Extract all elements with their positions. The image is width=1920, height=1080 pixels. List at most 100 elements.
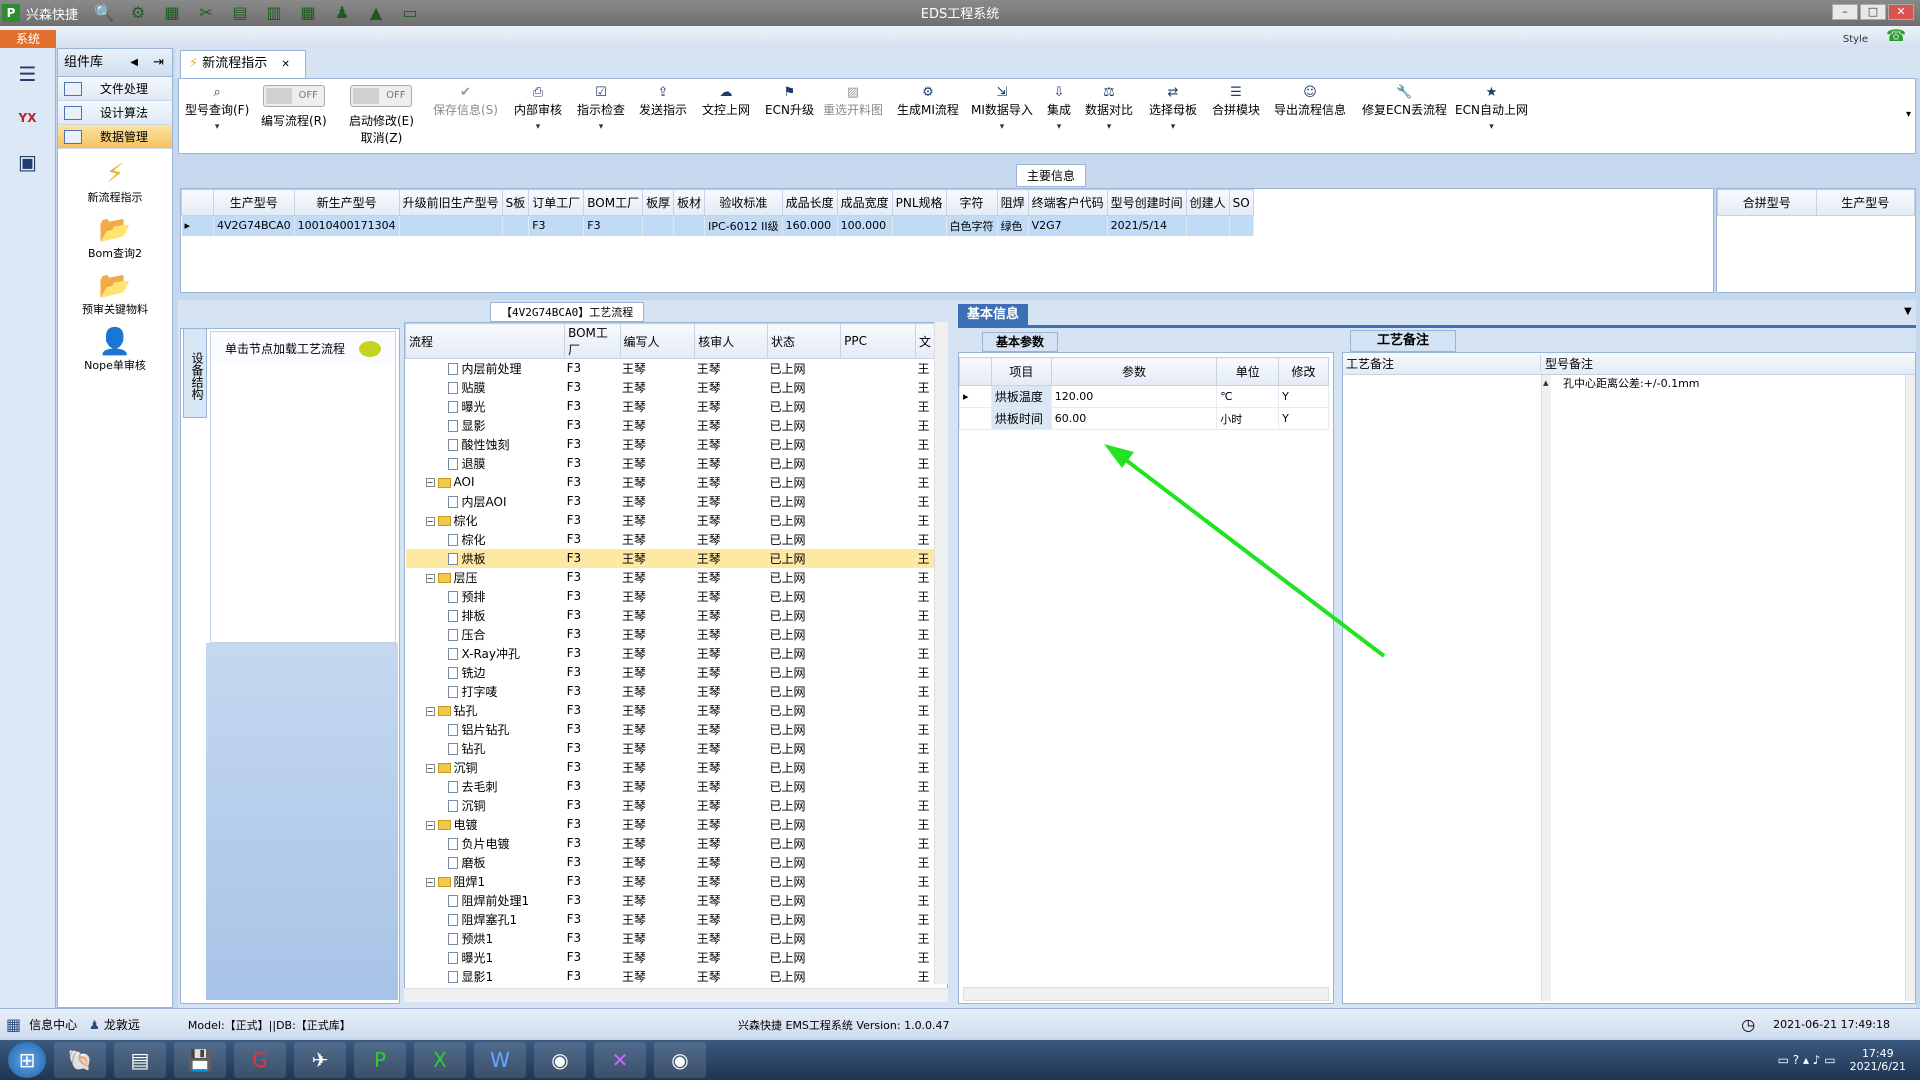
tree-node[interactable]: 显影1 xyxy=(406,967,565,986)
tree-node[interactable]: 压合 xyxy=(406,625,565,644)
table-cell[interactable] xyxy=(642,215,675,236)
table-cell[interactable] xyxy=(399,215,503,236)
tree-row[interactable]: 内层前处理 F3 王琴 王琴 已上网 王 xyxy=(406,359,935,378)
tree-row[interactable]: 沉铜 F3 王琴 王琴 已上网 王 xyxy=(406,796,935,815)
param-modify[interactable]: Y xyxy=(1278,407,1329,430)
tree-node[interactable]: X-Ray冲孔 xyxy=(406,644,565,663)
collapse-panel-icon[interactable]: ▼ xyxy=(1904,306,1912,317)
table-row[interactable]: 烘板时间 60.00 小时 Y xyxy=(959,407,1329,430)
dropdown-arrow-icon[interactable]: ▾ xyxy=(1455,122,1528,132)
minimize-button[interactable]: – xyxy=(1832,4,1858,20)
merge-module-button[interactable]: ☰ 合拼模块 xyxy=(1212,85,1260,118)
tree-row[interactable]: 去毛刺 F3 王琴 王琴 已上网 王 xyxy=(406,777,935,796)
tree-node[interactable]: 阻焊前处理1 xyxy=(406,891,565,910)
structure-tab[interactable]: 设备结构 xyxy=(183,328,207,418)
collapse-node-icon[interactable]: − xyxy=(425,763,435,773)
tree-row[interactable]: − 棕化 F3 王琴 王琴 已上网 王 xyxy=(406,511,935,530)
internal-review-button[interactable]: ⎙ 内部审核 ▾ xyxy=(514,85,562,132)
shell-app-icon[interactable]: 🐚 xyxy=(54,1042,106,1078)
tree-row[interactable]: − 阻焊1 F3 王琴 王琴 已上网 王 xyxy=(406,872,935,891)
tree-node[interactable]: 退膜 xyxy=(406,454,565,473)
send-instruction-button[interactable]: ⇪ 发送指示 xyxy=(639,85,687,118)
tree-row[interactable]: − 层压 F3 王琴 王琴 已上网 王 xyxy=(406,568,935,587)
x-app-icon[interactable]: ✕ xyxy=(594,1042,646,1078)
tree-node[interactable]: 贴膜 xyxy=(406,378,565,397)
g-app-icon[interactable]: G xyxy=(234,1042,286,1078)
write-flow-toggle[interactable]: OFF 编写流程(R) xyxy=(261,85,327,129)
toolbar-more-icon[interactable]: ▾ xyxy=(1906,109,1911,120)
table-cell[interactable] xyxy=(673,215,706,236)
column-header[interactable]: 终端客户代码 xyxy=(1027,189,1108,216)
param-modify[interactable]: Y xyxy=(1278,385,1329,408)
column-header[interactable]: SO xyxy=(1228,189,1254,216)
tree-row[interactable]: 显影1 F3 王琴 王琴 已上网 王 xyxy=(406,967,935,986)
integrate-button[interactable]: ⇩ 集成 ▾ xyxy=(1047,85,1071,132)
table-cell[interactable]: 4V2G74BCA0 xyxy=(213,215,295,236)
taskbar-clock[interactable]: 17:49 2021/6/21 xyxy=(1850,1047,1906,1073)
dropdown-arrow-icon[interactable]: ▾ xyxy=(1085,122,1133,132)
tree-node[interactable]: 排板 xyxy=(406,606,565,625)
generate-mi-button[interactable]: ⚙ 生成MI流程 xyxy=(897,85,959,118)
table-cell[interactable]: IPC-6012 II级 xyxy=(704,215,783,236)
tree-row[interactable]: − 沉铜 F3 王琴 王琴 已上网 王 xyxy=(406,758,935,777)
tree-node[interactable]: 阻焊塞孔1 xyxy=(406,910,565,929)
column-header[interactable]: 编写人 xyxy=(619,323,696,359)
tree-row[interactable]: 贴膜 F3 王琴 王琴 已上网 王 xyxy=(406,378,935,397)
tree-row[interactable]: 预排 F3 王琴 王琴 已上网 王 xyxy=(406,587,935,606)
toggle-switch[interactable]: OFF xyxy=(350,85,413,107)
column-header[interactable]: 创建人 xyxy=(1185,189,1230,216)
component-item-file[interactable]: 文件处理 xyxy=(58,77,172,101)
table-cell[interactable]: V2G7 xyxy=(1028,215,1108,236)
column-header[interactable]: 新生产型号 xyxy=(293,189,400,216)
tree-node[interactable]: − 沉铜 xyxy=(406,758,565,777)
tree-row[interactable]: 烘板 F3 王琴 王琴 已上网王 xyxy=(405,548,935,568)
tree-node[interactable]: 沉铜 xyxy=(406,796,565,815)
tree-node[interactable]: 预烘1 xyxy=(406,929,565,948)
instruction-check-button[interactable]: ☑ 指示检查 ▾ xyxy=(577,85,625,132)
column-header[interactable]: 核审人 xyxy=(694,323,769,359)
column-header[interactable]: BOM工厂 xyxy=(583,189,644,216)
tree-row[interactable]: 铝片钻孔 F3 王琴 王琴 已上网 王 xyxy=(406,720,935,739)
component-item-data[interactable]: 数据管理 xyxy=(58,125,172,149)
table-cell[interactable] xyxy=(1186,215,1230,236)
column-header[interactable]: 状态 xyxy=(767,323,842,359)
word-app-icon[interactable]: W xyxy=(474,1042,526,1078)
column-header[interactable]: 板厚 xyxy=(642,189,675,216)
column-header[interactable]: PPC xyxy=(840,323,916,359)
doc-online-button[interactable]: ☁ 文控上网 xyxy=(702,85,750,118)
tree-node[interactable]: 钻孔 xyxy=(406,739,565,758)
ecn-upgrade-button[interactable]: ⚑ ECN升级 xyxy=(765,85,814,118)
remark-scrollbar[interactable] xyxy=(1541,375,1551,1001)
basic-params-tab[interactable]: 基本参数 xyxy=(982,332,1058,352)
collapse-node-icon[interactable]: − xyxy=(425,516,435,526)
start-edit-toggle[interactable]: OFF 启动修改(E) 取消(Z) xyxy=(349,85,414,146)
dropdown-arrow-icon[interactable]: ▾ xyxy=(185,122,249,132)
dropdown-arrow-icon[interactable]: ▾ xyxy=(577,122,625,132)
repair-ecn-button[interactable]: 🔧 修复ECN丢流程 xyxy=(1362,85,1447,118)
tree-node[interactable]: 铝片钻孔 xyxy=(406,720,565,739)
tree-row[interactable]: 内层AOI F3 王琴 王琴 已上网 王 xyxy=(406,492,935,511)
horizontal-scrollbar[interactable] xyxy=(404,988,948,1002)
tree-row[interactable]: 预烘1 F3 王琴 王琴 已上网 王 xyxy=(406,929,935,948)
close-button[interactable]: ✕ xyxy=(1888,4,1914,20)
column-header[interactable]: 升级前旧生产型号 xyxy=(398,189,503,216)
cancel-label[interactable]: 取消(Z) xyxy=(349,129,414,146)
windows-grid-icon[interactable]: ▦ xyxy=(6,1015,21,1034)
tree-row[interactable]: − 电镀 F3 王琴 王琴 已上网 王 xyxy=(406,815,935,834)
messenger-app-icon[interactable]: ✈ xyxy=(294,1042,346,1078)
key-material-item[interactable]: 📂 预审关键物料 xyxy=(58,271,172,317)
maximize-button[interactable]: □ xyxy=(1860,4,1886,20)
model-query-button[interactable]: ⌕ 型号查询(F) ▾ xyxy=(185,85,249,132)
table-cell[interactable]: 2021/5/14 xyxy=(1107,215,1187,236)
column-header[interactable]: 订单工厂 xyxy=(528,189,585,216)
tree-node[interactable]: − 棕化 xyxy=(406,511,565,530)
column-header[interactable]: 文 xyxy=(914,323,936,359)
tree-node[interactable]: 内层AOI xyxy=(406,492,565,511)
column-header[interactable]: 项目 xyxy=(990,357,1052,386)
tree-node[interactable]: 打字唛 xyxy=(406,682,565,701)
column-header[interactable]: 流程 xyxy=(405,323,566,359)
collapse-node-icon[interactable]: − xyxy=(425,820,435,830)
tree-node[interactable]: 预排 xyxy=(406,587,565,606)
tree-row[interactable]: 退膜 F3 王琴 王琴 已上网 王 xyxy=(406,454,935,473)
exit-icon[interactable]: ⇥ xyxy=(153,49,164,77)
